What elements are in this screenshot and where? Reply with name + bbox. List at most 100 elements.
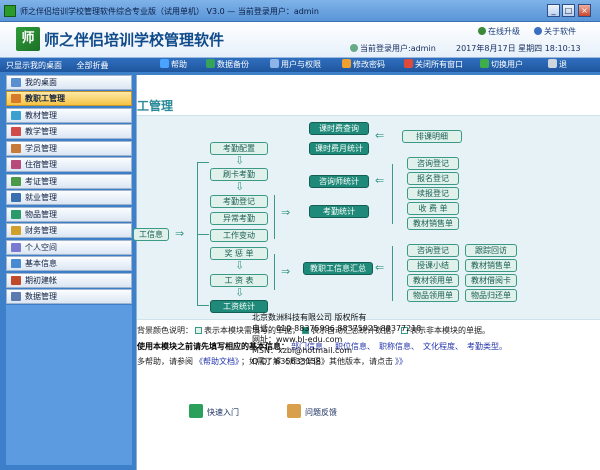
connector <box>274 254 275 290</box>
staff-icon <box>11 94 21 103</box>
sidebar-item-personal[interactable]: 个人空间 <box>6 240 132 255</box>
company-name: 北京数洲科技有限公司 版权所有 <box>252 313 367 322</box>
renew-register-box[interactable]: 续报登记 <box>407 187 459 200</box>
schedule-detail-box[interactable]: 排课明细 <box>402 130 462 143</box>
sidebar-item-staff[interactable]: 教职工管理 <box>6 91 132 106</box>
user-permission-button[interactable]: 用户与权限 <box>270 59 321 70</box>
company-info: 北京数洲科技有限公司 版权所有 电话：010-88375996 88375925… <box>252 312 421 367</box>
exit-button[interactable]: 退 <box>548 59 567 70</box>
lesson-summary-box[interactable]: 授课小结 <box>407 259 459 272</box>
backup-button[interactable]: 数据备份 <box>206 59 249 70</box>
app-icon <box>4 5 16 17</box>
sidebar-item-textbooks[interactable]: 教材管理 <box>6 108 132 123</box>
textbook-sale-box[interactable]: 教材销售单 <box>407 217 459 230</box>
dorm-icon <box>11 160 21 169</box>
sidebar-item-finance[interactable]: 财务管理 <box>6 223 132 238</box>
online-upgrade-link[interactable]: 在线升级 <box>478 26 520 37</box>
minimize-button[interactable]: _ <box>547 4 560 17</box>
goods-return-box[interactable]: 物品归还单 <box>465 289 517 302</box>
fee-receipt-box[interactable]: 收 费 单 <box>407 202 459 215</box>
window-title: 师之伴侣培训学校管理软件综合专业版（试用单机） V3.0 — 当前登录用户：ad… <box>20 7 319 16</box>
app-name: 师之伴侣培训学校管理软件 <box>44 31 225 49</box>
arrow-right-icon: ⇒ <box>175 227 185 240</box>
job-change-box[interactable]: 工作变动 <box>210 229 268 242</box>
company-website[interactable]: 网址：www.bl-edu.com <box>252 334 421 345</box>
sidebar-item-employment[interactable]: 就业管理 <box>6 190 132 205</box>
datetime: 2017年8月17日 星期四 18:10:13 <box>456 44 581 53</box>
window-titlebar[interactable]: 师之伴侣培训学校管理软件综合专业版（试用单机） V3.0 — 当前登录用户：ad… <box>0 0 600 22</box>
arrow-right-icon: ⇒ <box>281 206 291 219</box>
sidebar-item-desktop[interactable]: 我的桌面 <box>6 75 132 90</box>
close-button[interactable]: × <box>578 4 591 17</box>
enroll-register-box[interactable]: 报名登记 <box>407 172 459 185</box>
textbook-use-box[interactable]: 教材领用单 <box>407 274 459 287</box>
sidebar-item-goods[interactable]: 物品管理 <box>6 207 132 222</box>
consult-register-box[interactable]: 咨询登记 <box>407 157 459 170</box>
consult-register-box-2[interactable]: 咨询登记 <box>407 244 459 257</box>
quick-start-icon <box>189 404 203 418</box>
arrow-down-icon: ⇩ <box>235 286 245 299</box>
desktop-icon <box>11 78 21 87</box>
follow-up-box[interactable]: 跟踪回访 <box>465 244 517 257</box>
attendance-stats-box[interactable]: 考勤统计 <box>309 205 369 218</box>
connector <box>197 162 209 163</box>
data-icon <box>11 292 21 301</box>
textbook-borrow-box[interactable]: 教材借阅卡 <box>465 274 517 287</box>
switch-user-button[interactable]: 切换用户 <box>480 59 523 70</box>
personal-icon <box>11 243 21 252</box>
abnormal-attendance-box[interactable]: 异常考勤 <box>210 212 268 225</box>
close-windows-icon <box>404 59 413 68</box>
goods-use-box[interactable]: 物品领用单 <box>407 289 459 302</box>
users-icon <box>270 59 279 68</box>
staff-info-box[interactable]: 工信息 <box>133 228 169 241</box>
change-password-button[interactable]: 修改密码 <box>342 59 385 70</box>
link-attendance-type[interactable]: 考勤类型。 <box>467 342 507 351</box>
consultant-stats-box[interactable]: 咨询师统计 <box>309 175 369 188</box>
flow-diagram: 工信息 ⇒ 考勤配置 ⇩ 刷卡考勤 ⇩ 考勤登记 异常考勤 工作变动 奖 惩 单… <box>133 115 600 320</box>
help-doc-link[interactable]: 《帮助文档》 <box>195 357 239 366</box>
user-icon <box>350 44 358 52</box>
main-content: 工管理 工信息 ⇒ 考勤配置 ⇩ 刷卡考勤 ⇩ 考勤登记 异常考勤 工作变动 奖… <box>133 75 600 470</box>
book-icon <box>11 111 21 120</box>
sidebar-item-certificate[interactable]: 考证管理 <box>6 174 132 189</box>
feedback-icon <box>287 404 301 418</box>
company-qq: Q Q：635633158 <box>252 357 321 366</box>
teach-icon <box>11 127 21 136</box>
collapse-all-button[interactable]: 全部折叠 <box>77 61 109 70</box>
current-user: 当前登录用户:admin <box>350 43 436 54</box>
sidebar-item-students[interactable]: 学员管理 <box>6 141 132 156</box>
maximize-button[interactable]: □ <box>562 4 575 17</box>
class-fee-query-box[interactable]: 课时费查询 <box>309 122 369 135</box>
staff-summary-box[interactable]: 教职工信息汇总 <box>303 262 373 275</box>
arrow-left-icon: ⇐ <box>375 261 385 274</box>
toolbar: 只显示我的桌面 全部折叠 帮助 数据备份 用户与权限 修改密码 关闭所有窗口 切… <box>0 58 600 72</box>
sidebar-item-dorm[interactable]: 住宿管理 <box>6 157 132 172</box>
arrow-down-icon: ⇩ <box>235 259 245 272</box>
toolbar-left: 只显示我的桌面 全部折叠 <box>6 60 121 71</box>
sidebar-item-basic-info[interactable]: 基本信息 <box>6 256 132 271</box>
backup-icon <box>206 59 215 68</box>
class-fee-monthly-box[interactable]: 课时费月统计 <box>309 142 369 155</box>
attendance-register-box[interactable]: 考勤登记 <box>210 195 268 208</box>
show-desktop-only-button[interactable]: 只显示我的桌面 <box>6 61 62 70</box>
key-icon <box>342 59 351 68</box>
help-button[interactable]: 帮助 <box>160 59 187 70</box>
connector <box>392 164 393 224</box>
connector <box>274 195 275 239</box>
sidebar-item-opening-account[interactable]: 期初建帐 <box>6 273 132 288</box>
quick-start-button[interactable]: 快速入门 <box>189 404 239 418</box>
finance-icon <box>11 226 21 235</box>
goods-icon <box>11 210 21 219</box>
link-education[interactable]: 文化程度、 <box>423 342 463 351</box>
connector <box>197 234 209 235</box>
info-icon <box>11 259 21 268</box>
app-banner: 师 师之伴侣培训学校管理软件 在线升级 关于软件 当前登录用户:admin 20… <box>0 22 600 58</box>
sidebar-item-teaching[interactable]: 教学管理 <box>6 124 132 139</box>
textbook-sale-box-2[interactable]: 教材销售单 <box>465 259 517 272</box>
about-link[interactable]: 关于软件 <box>534 26 576 37</box>
account-icon <box>11 276 21 285</box>
sidebar-item-data[interactable]: 数据管理 <box>6 289 132 304</box>
upgrade-icon <box>478 27 486 35</box>
close-all-windows-button[interactable]: 关闭所有窗口 <box>404 59 463 70</box>
feedback-button[interactable]: 问题反馈 <box>287 404 337 418</box>
